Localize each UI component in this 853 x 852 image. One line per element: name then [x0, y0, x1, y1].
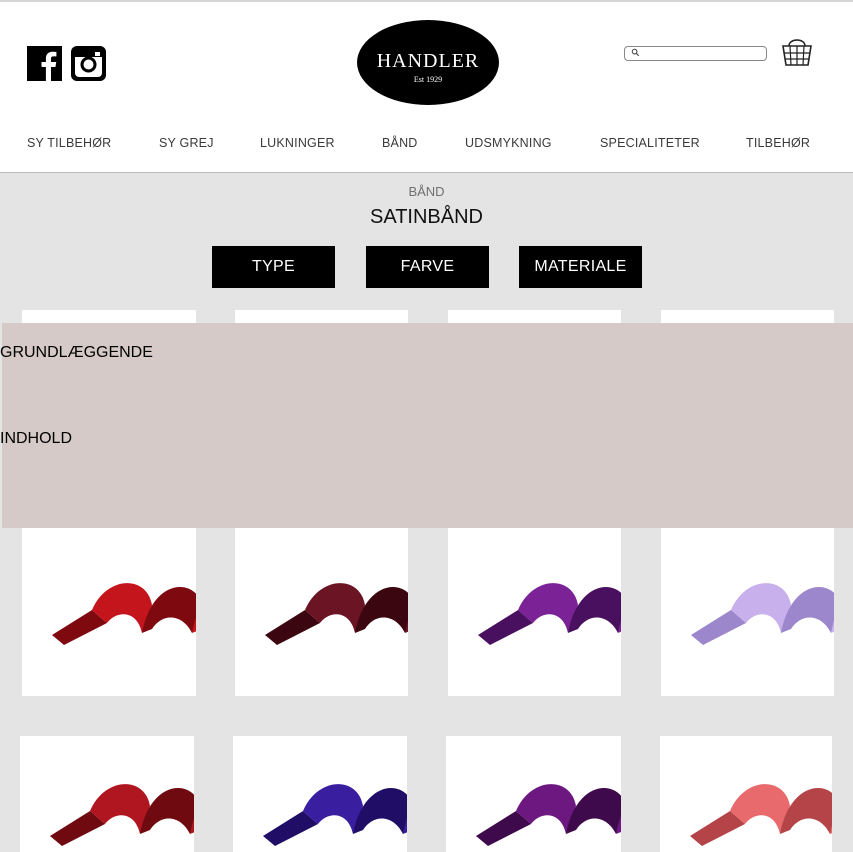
- nav-item-sy-grej[interactable]: SY GREJ: [159, 136, 214, 150]
- ribbon-fold: [353, 788, 407, 834]
- facebook-icon[interactable]: [27, 46, 62, 81]
- product-card[interactable]: [20, 736, 194, 852]
- top-border: [0, 0, 853, 2]
- banner-line-2: INDHOLD: [0, 430, 73, 447]
- product-card[interactable]: [446, 736, 621, 852]
- ribbon-fold: [781, 587, 834, 633]
- ribbon-fold: [780, 788, 832, 834]
- ribbon-fold: [355, 587, 408, 633]
- main-navigation: SY TILBEHØR SY GREJ LUKNINGER BÅND UDSMY…: [0, 136, 853, 156]
- nav-item-band[interactable]: BÅND: [382, 136, 418, 150]
- filter-material-button[interactable]: MATERIALE: [519, 246, 642, 288]
- logo-established: Est 1929: [413, 75, 443, 84]
- filter-type-button[interactable]: TYPE: [212, 246, 335, 288]
- product-card[interactable]: [660, 736, 832, 852]
- search-icon: [631, 48, 640, 57]
- nav-item-lukninger[interactable]: LUKNINGER: [260, 136, 335, 150]
- brand-logo[interactable]: HANDLER Est 1929: [357, 20, 499, 105]
- nav-item-tilbehor[interactable]: TILBEHØR: [746, 136, 810, 150]
- instagram-icon[interactable]: [71, 46, 106, 81]
- ribbon-fold: [142, 587, 196, 633]
- ribbon-image: [476, 784, 621, 846]
- header-divider: [0, 172, 853, 173]
- shopping-basket-icon[interactable]: [780, 34, 814, 68]
- nav-item-specialiteter[interactable]: SPECIALITETER: [600, 136, 700, 150]
- ribbon-image: [263, 784, 407, 846]
- filter-color-button[interactable]: FARVE: [366, 246, 489, 288]
- ribbon-fold: [140, 788, 194, 834]
- nav-item-udsmykning[interactable]: UDSMYKNING: [465, 136, 552, 150]
- page-title: SATINBÅND: [370, 206, 483, 228]
- ribbon-image: [50, 784, 194, 846]
- nav-item-sy-tilbehor[interactable]: SY TILBEHØR: [27, 136, 111, 150]
- ribbon-fold: [568, 587, 621, 633]
- search-input[interactable]: [624, 46, 767, 61]
- product-card[interactable]: [233, 736, 407, 852]
- logo-name: HANDLER: [376, 50, 480, 72]
- ribbon-image: [690, 784, 832, 846]
- banner-line-1: GRUNDLÆGGENDE: [0, 344, 153, 361]
- ribbon-fold: [566, 788, 621, 834]
- breadcrumb[interactable]: BÅND: [0, 184, 853, 199]
